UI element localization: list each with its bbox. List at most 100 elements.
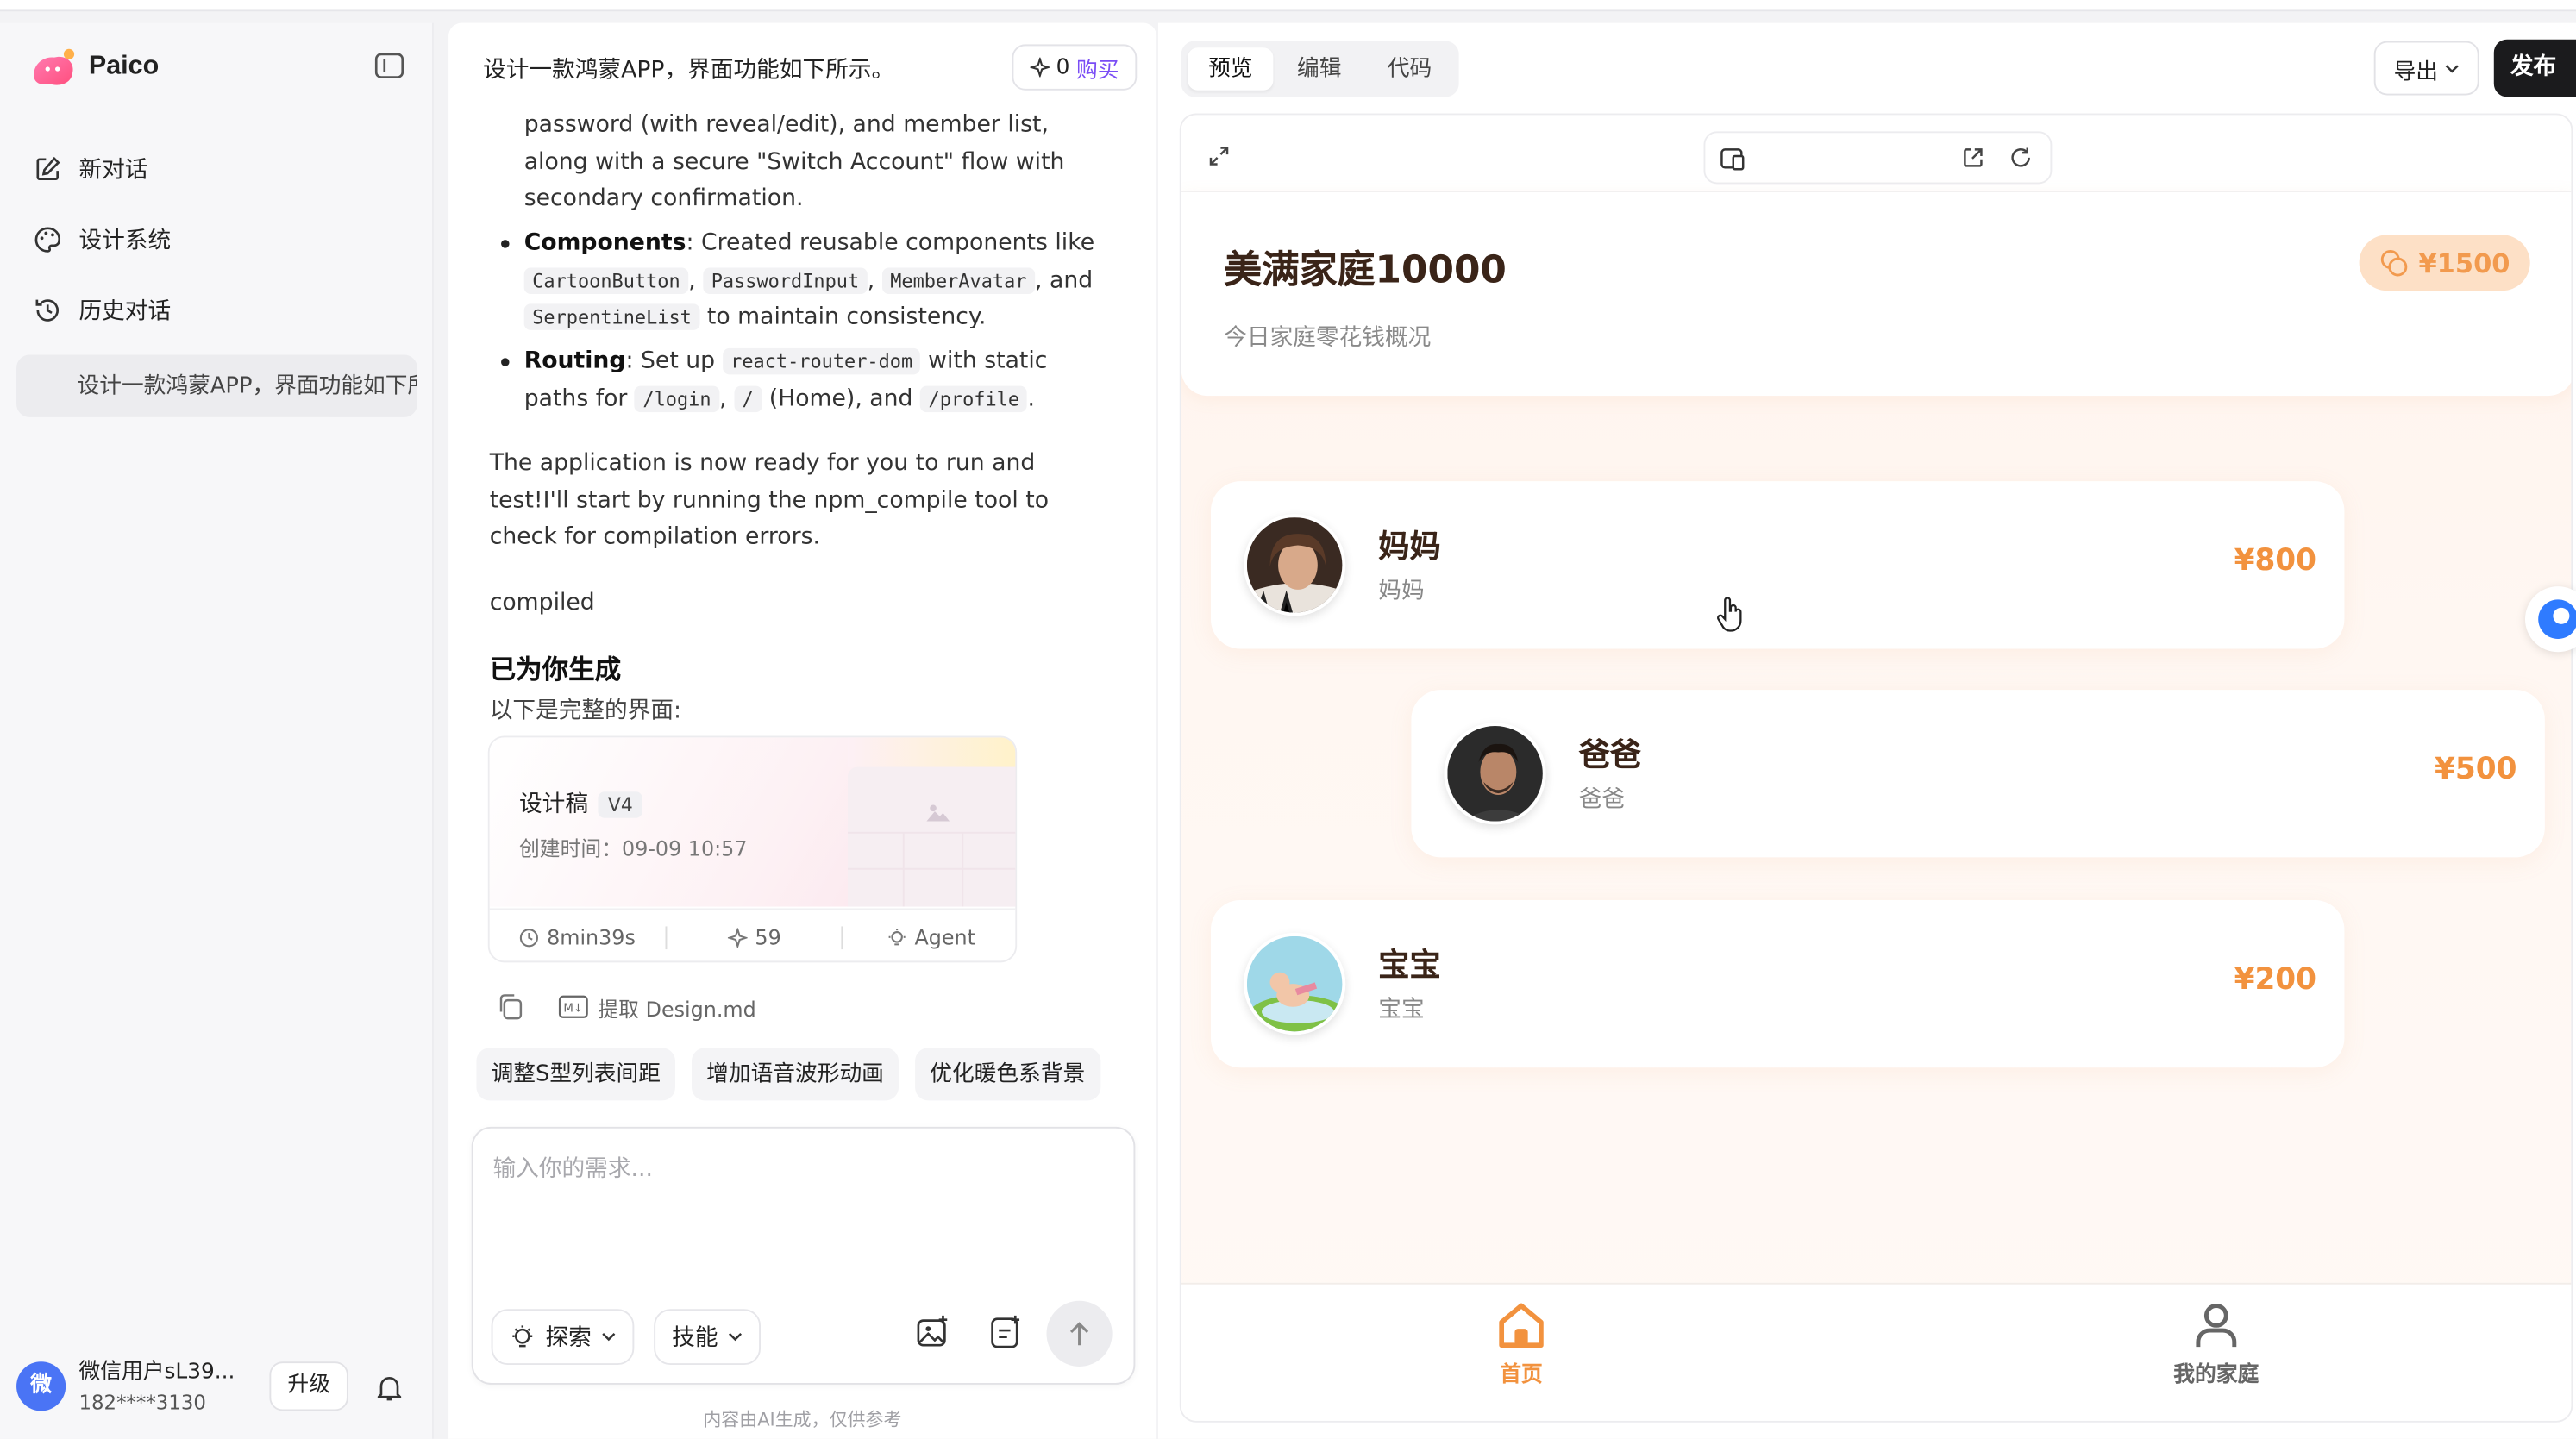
logo-icon — [29, 46, 78, 89]
app-header: 美满家庭10000 今日家庭零花钱概况 ¥1500 — [1181, 191, 2572, 397]
total-amount: ¥1500 — [2418, 247, 2510, 278]
card-title: 设计稿 V4 — [519, 786, 643, 819]
copy-icon[interactable] — [496, 992, 525, 1022]
message-para: password (with reveal/edit), and member … — [523, 111, 1065, 212]
chat-title: 设计一款鸿蒙APP，界面功能如下所示。 — [483, 57, 895, 84]
preview-toolbar — [1181, 115, 2572, 192]
member-name: 爸爸 — [1578, 737, 1642, 774]
bullet-label: Routing — [523, 347, 626, 375]
history-item[interactable]: 设计一款鸿蒙APP，界面功能如下所示。 — [16, 354, 417, 417]
send-button[interactable] — [1046, 1300, 1113, 1367]
credits-count: 0 — [1056, 54, 1070, 80]
member-role: 爸爸 — [1578, 786, 1626, 813]
version-badge: V4 — [598, 791, 643, 818]
mode-value: Agent — [914, 924, 975, 950]
sparkle-icon — [1030, 57, 1050, 78]
avatar — [1244, 933, 1346, 1035]
member-amount: ¥800 — [2234, 543, 2317, 579]
text: : Created reusable components like — [686, 229, 1095, 257]
logo[interactable]: Paico — [29, 44, 159, 90]
card-thumb-strip — [847, 737, 1016, 767]
member-amount: ¥200 — [2234, 962, 2317, 998]
image-placeholder-icon — [847, 804, 1016, 907]
arrow-up-icon — [1069, 1322, 1089, 1346]
tab-preview[interactable]: 预览 — [1188, 47, 1274, 91]
view-tabs: 预览 编辑 代码 — [1181, 41, 1459, 97]
nav-home[interactable]: 首页 — [1456, 1301, 1587, 1388]
code: MemberAvatar — [881, 266, 1036, 294]
suggestion-chip[interactable]: 增加语音波形动画 — [692, 1048, 899, 1101]
tab-edit[interactable]: 编辑 — [1276, 47, 1362, 91]
design-card[interactable]: 设计稿 V4 创建时间：09-09 10:57 8min39s 59 Agent — [487, 735, 1018, 963]
bulb-icon — [512, 1325, 533, 1348]
credits-button[interactable]: 0 购买 — [1012, 44, 1138, 91]
bullet — [501, 358, 510, 366]
sidebar-item-history[interactable]: 历史对话 — [33, 287, 171, 333]
family-subtitle: 今日家庭零花钱概况 — [1224, 325, 1432, 352]
code: PasswordInput — [703, 266, 868, 294]
bullet-label: Components — [523, 229, 686, 257]
message-compiled: compiled — [489, 589, 595, 616]
refresh-icon[interactable] — [2009, 147, 2033, 170]
tab-code[interactable]: 代码 — [1365, 47, 1454, 91]
skills-dropdown[interactable]: 技能 — [654, 1309, 762, 1366]
markdown-icon: M↓ — [558, 995, 588, 1018]
member-card[interactable]: 爸爸 爸爸 ¥500 — [1411, 690, 2545, 858]
sidebar-item-label: 设计系统 — [78, 228, 172, 255]
history-icon — [35, 299, 59, 322]
extract-label: 提取 Design.md — [598, 996, 756, 1021]
sidebar-item-design-system[interactable]: 设计系统 — [33, 216, 171, 262]
sidebar-toggle-icon[interactable] — [374, 53, 407, 82]
upgrade-button[interactable]: 升级 — [269, 1361, 348, 1411]
publish-button[interactable]: 发布 — [2493, 39, 2576, 97]
nav-family[interactable]: 我的家庭 — [2151, 1301, 2282, 1388]
expand-icon[interactable] — [1207, 145, 1231, 168]
nav-family-label: 我的家庭 — [2173, 1363, 2259, 1388]
sparkle-icon — [727, 927, 747, 948]
coins-icon — [2381, 250, 2408, 277]
open-external-icon[interactable] — [1962, 147, 1985, 170]
suggestion-chip[interactable]: 调整S型列表间距 — [476, 1048, 676, 1101]
file-upload-icon[interactable] — [987, 1314, 1027, 1354]
sidebar-item-new-chat[interactable]: 新对话 — [33, 147, 147, 192]
device-switch-icon[interactable] — [1720, 147, 1746, 172]
sidebar-item-label: 历史对话 — [78, 298, 172, 326]
family-title: 美满家庭10000 — [1224, 249, 1507, 293]
export-dropdown[interactable]: 导出 — [2373, 41, 2479, 96]
member-name: 妈妈 — [1378, 529, 1441, 566]
assistant-float-button[interactable] — [2524, 586, 2576, 653]
buy-link[interactable]: 购买 — [1076, 52, 1119, 84]
code: /profile — [919, 385, 1028, 412]
extract-design-button[interactable]: M↓ 提取 Design.md — [558, 992, 756, 1023]
code: /login — [634, 385, 720, 412]
app-root: Paico 新对话 设计系统 历史对话 设计一款鸿蒙APP，界面功能如下所示。 … — [0, 0, 2576, 1439]
message-actions: M↓ 提取 Design.md — [496, 991, 756, 1023]
avatar[interactable]: 微 — [16, 1361, 66, 1411]
skills-label: 技能 — [672, 1325, 718, 1352]
member-role: 宝宝 — [1378, 997, 1425, 1023]
user-icon — [2196, 1303, 2237, 1348]
text: (Home), and — [762, 385, 920, 412]
member-card[interactable]: 宝宝 宝宝 ¥200 — [1210, 899, 2345, 1068]
user-phone: 182****3130 — [78, 1391, 206, 1415]
total-badge: ¥1500 — [2359, 235, 2530, 291]
points: 59 — [667, 925, 842, 949]
card-thumbnail — [847, 766, 1016, 907]
message-bullet-routing: Routing: Set up react-router-dom with st… — [523, 347, 1048, 412]
member-card[interactable]: 妈妈 妈妈 ¥800 — [1210, 481, 2345, 649]
explore-dropdown[interactable]: 探索 — [491, 1309, 635, 1366]
device-toolbar — [1703, 131, 2053, 185]
assistant-icon — [2538, 599, 2576, 640]
image-upload-icon[interactable] — [915, 1314, 955, 1354]
app-preview-frame: 美满家庭10000 今日家庭零花钱概况 ¥1500 妈妈 妈妈 ¥800 爸爸 … — [1179, 113, 2573, 1423]
suggestion-chip[interactable]: 优化暖色系背景 — [915, 1048, 1100, 1101]
card-created-time: 创建时间：09-09 10:57 — [518, 835, 748, 861]
bell-icon[interactable] — [374, 1373, 404, 1403]
message-bullet-components: Components: Created reusable components … — [523, 229, 1095, 330]
member-name: 宝宝 — [1378, 948, 1441, 985]
mode: Agent — [843, 924, 1015, 950]
home-icon — [1499, 1303, 1544, 1348]
chevron-down-icon — [602, 1332, 616, 1342]
hand-cursor-icon — [1717, 597, 1742, 632]
svg-text:M↓: M↓ — [563, 1002, 583, 1015]
